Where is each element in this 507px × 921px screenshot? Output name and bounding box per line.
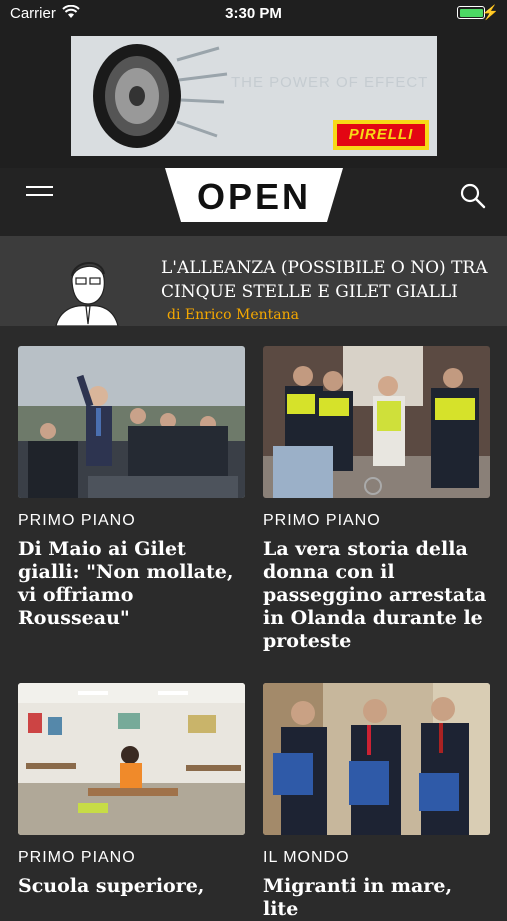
article-card[interactable]: PRIMO PIANO Scuola superiore, <box>18 683 245 898</box>
article-headline: Di Maio ai Gilet gialli: "Non mollate, v… <box>18 538 234 629</box>
nav-bar: OPEN <box>0 168 507 236</box>
editorial-title: L'ALLEANZA (POSSIBILE O NO) TRA CINQUE S… <box>161 258 488 302</box>
tire-image <box>93 44 228 148</box>
open-logo[interactable]: OPEN <box>165 168 343 222</box>
article-category: PRIMO PIANO <box>263 512 381 529</box>
article-category: IL MONDO <box>263 849 350 866</box>
editorial-banner[interactable]: L'ALLEANZA (POSSIBILE O NO) TRA CINQUE S… <box>0 236 507 326</box>
editorial-byline: di Enrico Mentana <box>167 307 299 323</box>
article-headline: Scuola superiore, <box>18 875 205 897</box>
article-category: PRIMO PIANO <box>18 849 136 866</box>
pirelli-logo: PIRELLI <box>333 120 429 150</box>
article-headline: La vera storia della donna con il passeg… <box>263 538 487 652</box>
article-card[interactable]: IL MONDO Migranti in mare, lite <box>263 683 490 921</box>
ad-tagline: THE POWER OF EFFECT <box>231 74 429 91</box>
author-portrait <box>52 254 122 326</box>
article-photo <box>18 346 245 498</box>
article-photo <box>263 346 490 498</box>
status-bar: Carrier 3:30 PM ⚡ <box>0 0 507 26</box>
article-card[interactable]: PRIMO PIANO Di Maio ai Gilet gialli: "No… <box>18 346 245 630</box>
ad-banner[interactable]: THE POWER OF EFFECT PIRELLI <box>71 36 437 156</box>
article-photo <box>263 683 490 835</box>
article-photo <box>18 683 245 835</box>
clock: 3:30 PM <box>225 5 282 22</box>
ad-area: THE POWER OF EFFECT PIRELLI <box>0 26 507 168</box>
search-icon[interactable] <box>460 183 486 209</box>
hamburger-menu-icon[interactable] <box>26 186 53 204</box>
article-category: PRIMO PIANO <box>18 512 136 529</box>
article-card[interactable]: PRIMO PIANO La vera storia della donna c… <box>263 346 490 653</box>
charging-icon: ⚡ <box>481 4 499 20</box>
article-headline: Migranti in mare, lite <box>263 875 453 920</box>
